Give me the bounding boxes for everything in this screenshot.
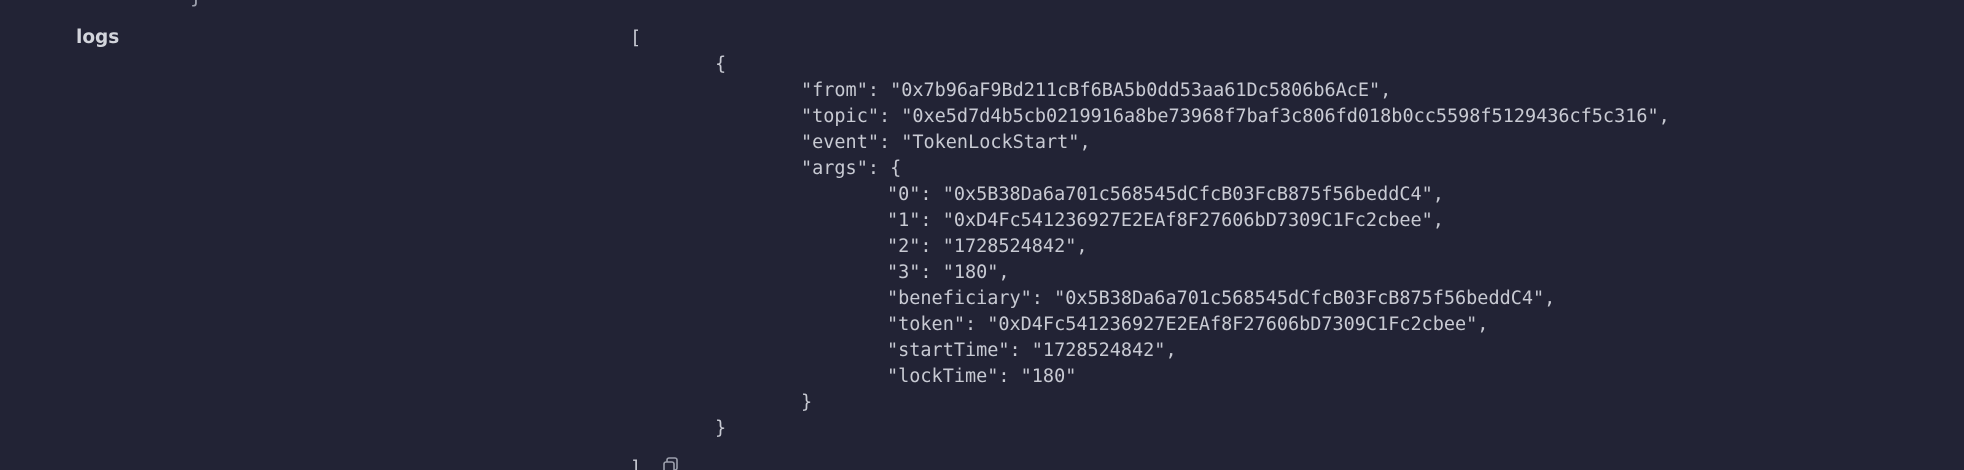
- logs-json-value: [ { "from": "0x7b96aF9Bd211cBf6BA5b0dd53…: [630, 26, 1670, 470]
- json-line: ]: [630, 458, 642, 470]
- json-line: "from": "0x7b96aF9Bd211cBf6BA5b0dd53aa61…: [801, 80, 1392, 101]
- json-line: }: [801, 392, 813, 413]
- json-line: }: [715, 418, 727, 439]
- json-line: "args": {: [801, 158, 902, 179]
- json-line: "event": "TokenLockStart",: [801, 132, 1091, 153]
- json-line: "0": "0x5B38Da6a701c568545dCfcB03FcB875f…: [887, 184, 1444, 205]
- json-line: "topic": "0xe5d7d4b5cb0219916a8be73968f7…: [801, 106, 1670, 127]
- json-line: "lockTime": "180": [887, 366, 1077, 387]
- logs-label: logs: [76, 27, 120, 48]
- json-line: "2": "1728524842",: [887, 236, 1088, 257]
- json-line: "startTime": "1728524842",: [887, 340, 1177, 361]
- copy-icon[interactable]: [661, 456, 681, 470]
- truncated-previous-entry: }: [190, 0, 202, 8]
- json-line: [: [630, 28, 642, 49]
- json-line: {: [715, 54, 727, 75]
- json-line: "1": "0xD4Fc541236927E2EAf8F27606bD7309C…: [887, 210, 1444, 231]
- json-line: "beneficiary": "0x5B38Da6a701c568545dCfc…: [887, 288, 1556, 309]
- copy-icon-glyph: [663, 457, 678, 470]
- json-line: "3": "180",: [887, 262, 1010, 283]
- json-line: "token": "0xD4Fc541236927E2EAf8F27606bD7…: [887, 314, 1489, 335]
